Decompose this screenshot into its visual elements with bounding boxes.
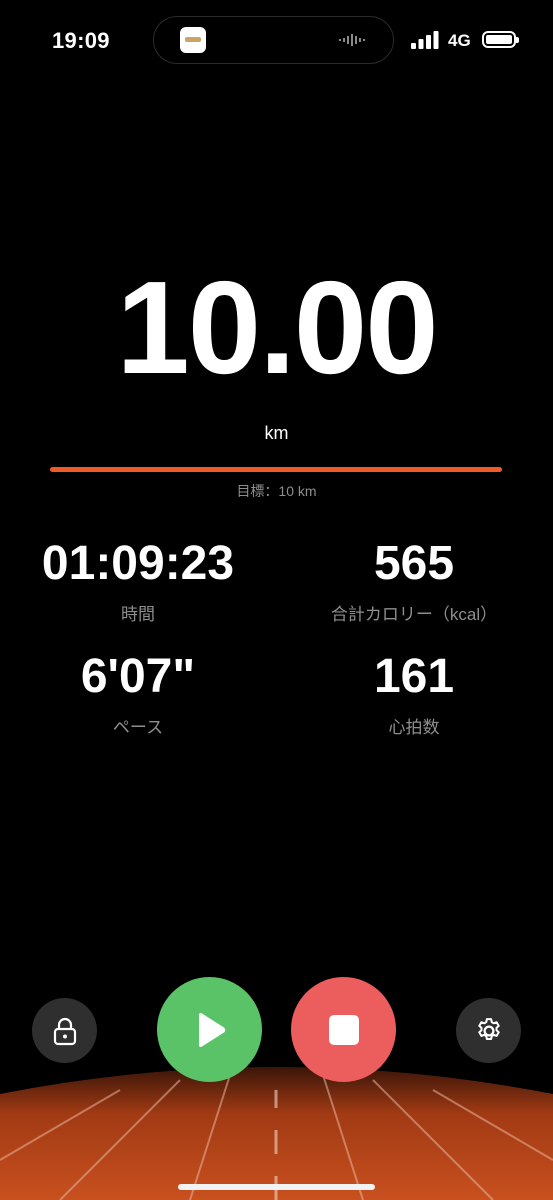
- running-track-background: [0, 1067, 553, 1200]
- stat-value: 161: [373, 650, 455, 703]
- status-bar: 19:09 4G: [0, 0, 553, 84]
- resume-button[interactable]: [157, 977, 262, 1082]
- app-icon: [180, 27, 206, 53]
- goal-progress-fill: [50, 467, 502, 472]
- stat-value: 6'07": [80, 650, 196, 703]
- stat-calories: 565 合計カロリー（kcal）: [276, 540, 552, 625]
- lock-button[interactable]: [32, 998, 97, 1063]
- stop-button[interactable]: [291, 977, 396, 1082]
- lock-icon: [53, 1017, 76, 1045]
- stat-time: 01:09:23 時間: [0, 540, 276, 625]
- stat-label: 心拍数: [388, 718, 440, 737]
- stat-value: 565: [373, 537, 455, 590]
- audio-wave-icon: [339, 34, 365, 46]
- stat-pace: 6'07" ペース: [0, 653, 276, 738]
- network-type: 4G: [448, 31, 471, 50]
- goal-label: 目標：10 km: [236, 483, 317, 499]
- signal-icon: [411, 31, 439, 49]
- stat-heart-rate: 161 心拍数: [276, 653, 552, 738]
- dynamic-island[interactable]: [153, 16, 394, 64]
- goal-progress-bar: [50, 467, 502, 472]
- gear-icon: [477, 1017, 500, 1040]
- stat-label: 合計カロリー（kcal）: [330, 605, 498, 624]
- distance-value: 10.00: [116, 254, 438, 401]
- settings-button[interactable]: [456, 998, 521, 1063]
- stat-label: ペース: [112, 718, 164, 737]
- stat-label: 時間: [121, 605, 155, 624]
- home-indicator[interactable]: [178, 1184, 375, 1190]
- stat-value: 01:09:23: [41, 537, 235, 590]
- play-icon: [198, 1012, 225, 1047]
- distance-unit: km: [264, 423, 289, 443]
- stop-icon: [328, 1014, 359, 1045]
- battery-icon: [482, 31, 519, 48]
- status-time: 19:09: [52, 28, 110, 53]
